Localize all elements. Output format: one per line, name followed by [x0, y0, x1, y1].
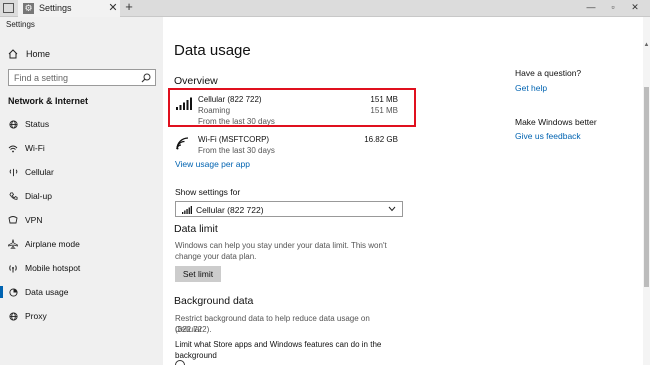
wifi-amount: 16.82 GB	[364, 135, 398, 144]
wifi-name: Wi-Fi (MSFTCORP)	[198, 135, 270, 144]
scroll-thumb[interactable]	[644, 87, 649, 287]
sidebar-item-label: Status	[25, 119, 50, 129]
chevron-down-icon	[388, 206, 396, 212]
sidebar-item-label: Dial-up	[25, 191, 52, 201]
search-input[interactable]: Find a setting	[8, 69, 156, 86]
question-heading: Have a question?	[515, 68, 582, 78]
sidebar-item-label: VPN	[25, 215, 43, 225]
scrollbar[interactable]: ▲	[643, 17, 650, 365]
sidebar-item-label: Wi-Fi	[25, 143, 45, 153]
sidebar-item-label: Mobile hotspot	[25, 263, 81, 273]
window-icon	[3, 3, 14, 13]
search-icon[interactable]	[141, 73, 151, 83]
get-help-link[interactable]: Get help	[515, 83, 547, 93]
sidebar-item-label: Proxy	[25, 311, 47, 321]
globe-icon	[1, 311, 25, 321]
sidebar-item-label: Data usage	[25, 287, 69, 297]
app-title: Settings	[6, 20, 35, 29]
sidebar-item-label: Cellular	[25, 167, 54, 177]
close-tab-icon[interactable]: ✕	[106, 1, 120, 14]
data-limit-heading: Data limit	[174, 223, 218, 235]
sidebar-item-data-usage[interactable]: Data usage	[0, 281, 163, 303]
scroll-up-icon[interactable]: ▲	[643, 42, 650, 48]
title-bar: ⚙ Settings ✕ + — ▫ ✕	[0, 0, 650, 17]
feedback-heading: Make Windows better	[515, 117, 597, 127]
settings-tab[interactable]: ⚙ Settings	[18, 0, 120, 17]
radio-button[interactable]	[175, 360, 185, 365]
background-data-text-line2: (822 722).	[175, 325, 212, 334]
set-limit-button[interactable]: Set limit	[175, 266, 221, 282]
data-limit-text-line2: change your data plan.	[175, 252, 257, 261]
background-data-heading: Background data	[174, 295, 254, 307]
highlight-box	[168, 88, 416, 127]
cellular-signal-icon	[182, 206, 192, 214]
data-limit-text-line1: Windows can help you stay under your dat…	[175, 241, 387, 250]
page-title: Data usage	[174, 42, 251, 59]
cellular-icon	[1, 168, 25, 177]
network-select-dropdown[interactable]: Cellular (822 722)	[175, 201, 403, 217]
view-usage-per-app-link[interactable]: View usage per app	[175, 159, 250, 169]
tab-title: Settings	[39, 3, 72, 13]
overview-heading: Overview	[174, 75, 218, 87]
home-link[interactable]: Home	[8, 47, 50, 61]
sidebar-item-vpn[interactable]: VPN	[0, 209, 163, 231]
give-feedback-link[interactable]: Give us feedback	[515, 131, 581, 141]
sidebar-item-status[interactable]: Status	[0, 113, 163, 135]
hotspot-icon	[1, 263, 25, 273]
search-placeholder: Find a setting	[14, 73, 69, 83]
limit-background-label-line2: background	[175, 351, 217, 360]
limit-background-label-line1: Limit what Store apps and Windows featur…	[175, 340, 382, 349]
sidebar-item-label: Airplane mode	[25, 239, 80, 249]
gear-icon: ⚙	[23, 3, 34, 14]
wifi-icon	[1, 144, 25, 153]
maximize-icon[interactable]: ▫	[606, 2, 620, 12]
globe-icon	[1, 119, 25, 129]
airplane-icon	[1, 239, 25, 249]
dropdown-value: Cellular (822 722)	[196, 205, 264, 215]
section-heading: Network & Internet	[8, 96, 89, 106]
sidebar-item-proxy[interactable]: Proxy	[0, 305, 163, 327]
sidebar: Settings Home Find a setting Network & I…	[0, 17, 163, 365]
sidebar-item-cellular[interactable]: Cellular	[0, 161, 163, 183]
vpn-icon	[1, 216, 25, 224]
sidebar-item-dialup[interactable]: Dial-up	[0, 185, 163, 207]
home-label: Home	[26, 49, 51, 59]
show-settings-label: Show settings for	[175, 187, 241, 197]
sidebar-item-airplane[interactable]: Airplane mode	[0, 233, 163, 255]
home-icon	[8, 49, 18, 59]
phone-icon	[1, 191, 25, 201]
data-usage-icon	[1, 287, 25, 297]
wifi-usage-row: Wi-Fi (MSFTCORP) 16.82 GB From the last …	[176, 135, 406, 157]
minimize-icon[interactable]: —	[584, 2, 598, 12]
wifi-period: From the last 30 days	[198, 146, 275, 155]
new-tab-icon[interactable]: +	[122, 0, 136, 14]
wifi-icon	[176, 137, 189, 150]
window-close-icon[interactable]: ✕	[628, 2, 642, 13]
sidebar-item-hotspot[interactable]: Mobile hotspot	[0, 257, 163, 279]
sidebar-item-wifi[interactable]: Wi-Fi	[0, 137, 163, 159]
